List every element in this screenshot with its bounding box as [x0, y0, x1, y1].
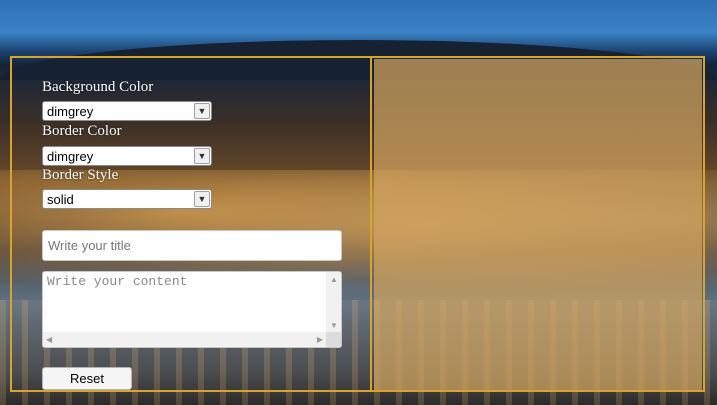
triangle-left-icon[interactable]: ◀ — [46, 335, 52, 344]
background-color-select[interactable]: dimgrey ▼ — [42, 101, 212, 121]
reset-button[interactable]: Reset — [42, 367, 132, 390]
border-style-label: Border Style — [42, 167, 119, 183]
border-style-value: solid — [47, 191, 74, 207]
vertical-scrollbar[interactable]: ▲ ▼ — [326, 272, 341, 333]
border-style-select[interactable]: solid ▼ — [42, 189, 212, 209]
triangle-down-icon[interactable]: ▼ — [330, 321, 338, 330]
border-color-select[interactable]: dimgrey ▼ — [42, 146, 212, 166]
panel-divider — [370, 56, 372, 392]
title-input[interactable]: Write your title — [42, 230, 342, 261]
content-textarea[interactable]: Write your content ▲ ▼ ◀ ▶ — [42, 271, 342, 348]
scrollbar-corner — [326, 332, 341, 347]
chevron-down-icon[interactable]: ▼ — [194, 103, 210, 119]
triangle-right-icon[interactable]: ▶ — [317, 335, 323, 344]
border-color-label: Border Color — [42, 123, 122, 139]
border-color-value: dimgrey — [47, 148, 94, 164]
background-color-value: dimgrey — [47, 103, 94, 119]
background-color-label: Background Color — [42, 79, 154, 95]
preview-box — [374, 59, 702, 390]
horizontal-scrollbar[interactable]: ◀ ▶ — [43, 332, 326, 347]
triangle-up-icon[interactable]: ▲ — [330, 275, 338, 284]
chevron-down-icon[interactable]: ▼ — [194, 191, 210, 207]
content-placeholder: Write your content — [47, 274, 188, 289]
chevron-down-icon[interactable]: ▼ — [194, 148, 210, 164]
title-placeholder: Write your title — [48, 238, 131, 253]
